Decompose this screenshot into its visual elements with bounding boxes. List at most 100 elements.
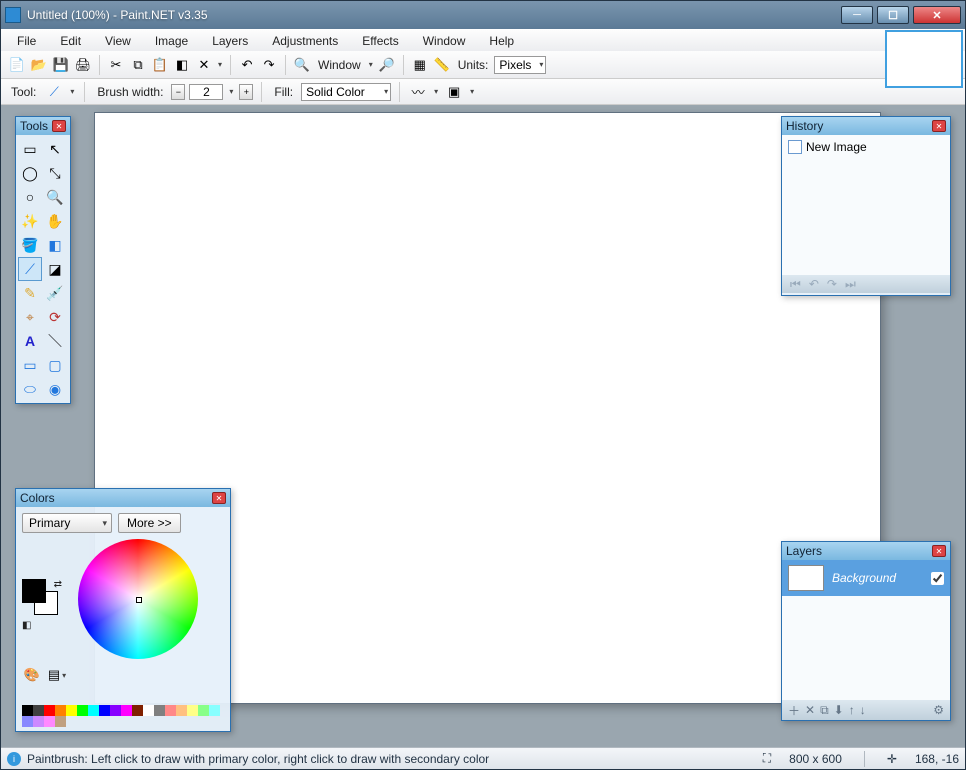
blend-icon[interactable]: ▣ [444,82,464,102]
freeform-tool[interactable]: ◉ [43,377,67,401]
layers-panel-title[interactable]: Layers ✕ [782,542,950,560]
layer-properties-icon[interactable]: ⚙ [933,703,944,717]
fill-combo[interactable]: Solid Color [301,83,391,101]
menu-window[interactable]: Window [413,32,476,50]
zoom-actual-icon[interactable]: 🔎 [377,55,397,75]
palette-swatch[interactable] [99,705,110,716]
brush-decrease-button[interactable]: − [171,84,185,100]
palette-swatch[interactable] [77,705,88,716]
crop-icon[interactable]: ◧ [172,55,192,75]
palette-swatch[interactable] [33,705,44,716]
rect-select-tool[interactable]: ▭ [18,137,42,161]
menu-file[interactable]: File [7,32,46,50]
recolor-tool[interactable]: ⟳ [43,305,67,329]
maximize-button[interactable]: ☐ [877,6,909,24]
menu-layers[interactable]: Layers [202,32,258,50]
palette-swatch[interactable] [44,716,55,727]
history-list[interactable]: New Image [782,135,950,275]
palette-swatch[interactable] [22,705,33,716]
colors-panel[interactable]: Colors ✕ Primary More >> ⇄ ◧ 🎨 [15,488,231,732]
close-button[interactable]: ✕ [913,6,961,24]
copy-icon[interactable]: ⧉ [128,55,148,75]
rectangle-tool[interactable]: ▭ [18,353,42,377]
zoom-dropdown[interactable]: ▾ [367,60,375,69]
palette-swatch[interactable] [187,705,198,716]
color-selector-combo[interactable]: Primary [22,513,112,533]
eraser-tool[interactable]: ◪ [43,257,67,281]
layers-panel[interactable]: Layers ✕ Background ＋ ✕ ⧉ ⬇ ↑ ↓ ⚙ [781,541,951,721]
grid-icon[interactable]: ▦ [410,55,430,75]
titlebar[interactable]: Untitled (100%) - Paint.NET v3.35 ─ ☐ ✕ [1,1,965,29]
text-tool[interactable]: A [18,329,42,353]
ellipse-select-tool[interactable]: ○ [18,185,42,209]
palette-swatch[interactable] [22,716,33,727]
wheel-cursor[interactable] [136,597,142,603]
brush-increase-button[interactable]: + [239,84,253,100]
minimize-button[interactable]: ─ [841,6,873,24]
history-rewind-icon[interactable]: ⏮ [790,277,801,292]
redo-icon[interactable]: ↷ [259,55,279,75]
duplicate-layer-icon[interactable]: ⧉ [820,703,829,718]
history-ffwd-icon[interactable]: ⏭ [845,277,856,292]
gradient-tool[interactable]: ◧ [43,233,67,257]
add-color-icon[interactable]: 🎨 [22,665,42,685]
palette-swatch[interactable] [121,705,132,716]
lasso-tool[interactable]: ◯ [18,161,42,185]
menu-view[interactable]: View [95,32,141,50]
active-tool-icon[interactable]: ⟋ [44,82,64,102]
brush-width-value[interactable]: 2 [189,84,223,100]
pencil-tool[interactable]: ✎ [18,281,42,305]
deselect-icon[interactable]: ✕ [194,55,214,75]
palette-swatch[interactable] [110,705,121,716]
menu-edit[interactable]: Edit [50,32,91,50]
tools-close-icon[interactable]: ✕ [52,120,66,132]
more-colors-button[interactable]: More >> [118,513,181,533]
history-item[interactable]: New Image [786,139,946,155]
palette-swatch[interactable] [209,705,220,716]
paintbrush-tool[interactable]: ⟋ [18,257,42,281]
print-icon[interactable]: 🖨 [73,55,93,75]
primary-color[interactable] [22,579,46,603]
palette-swatch[interactable] [143,705,154,716]
layer-row[interactable]: Background [782,560,950,596]
ellipse-tool[interactable]: ⬭ [18,377,42,401]
palette-swatch[interactable] [154,705,165,716]
magic-wand-tool[interactable]: ✨ [18,209,42,233]
palette-swatch[interactable] [198,705,209,716]
palette-swatch[interactable] [88,705,99,716]
menu-image[interactable]: Image [145,32,198,50]
menu-help[interactable]: Help [479,32,524,50]
save-icon[interactable]: 💾 [51,55,71,75]
aa-dropdown[interactable]: ▾ [432,87,440,96]
color-picker-tool[interactable]: 💉 [43,281,67,305]
palette-swatch[interactable] [165,705,176,716]
paint-bucket-tool[interactable]: 🪣 [18,233,42,257]
layer-visible-checkbox[interactable] [931,572,944,585]
add-layer-icon[interactable]: ＋ [788,702,800,719]
colors-close-icon[interactable]: ✕ [212,492,226,504]
cut-icon[interactable]: ✂ [106,55,126,75]
palette-swatch[interactable] [55,716,66,727]
palette-swatch[interactable] [33,716,44,727]
undo-icon[interactable]: ↶ [237,55,257,75]
move-select-tool[interactable]: ↖ [43,137,67,161]
pan-tool[interactable]: ✋ [43,209,67,233]
palette-swatch[interactable] [66,705,77,716]
colors-panel-title[interactable]: Colors ✕ [16,489,230,507]
zoom-tool[interactable]: 🔍 [43,185,67,209]
palette-swatch[interactable] [176,705,187,716]
menu-adjustments[interactable]: Adjustments [262,32,348,50]
rounded-rect-tool[interactable]: ▢ [43,353,67,377]
tools-panel[interactable]: Tools ✕ ▭ ↖ ◯ ⤡ ○ 🔍 ✨ ✋ 🪣 ◧ ⟋ ◪ ✎ 💉 ⌖ ⟳ … [15,116,71,404]
paste-icon[interactable]: 📋 [150,55,170,75]
color-swatches[interactable]: ⇄ ◧ [22,579,62,619]
history-panel[interactable]: History ✕ New Image ⏮ ↶ ↷ ⏭ [781,116,951,296]
blend-dropdown[interactable]: ▾ [468,87,476,96]
history-redo-icon[interactable]: ↷ [827,277,837,291]
zoom-icon[interactable]: 🔍 [292,55,312,75]
history-panel-title[interactable]: History ✕ [782,117,950,135]
merge-down-icon[interactable]: ⬇ [834,703,844,717]
open-icon[interactable]: 📂 [29,55,49,75]
move-up-icon[interactable]: ↑ [849,703,855,717]
move-tool[interactable]: ⤡ [43,161,67,185]
